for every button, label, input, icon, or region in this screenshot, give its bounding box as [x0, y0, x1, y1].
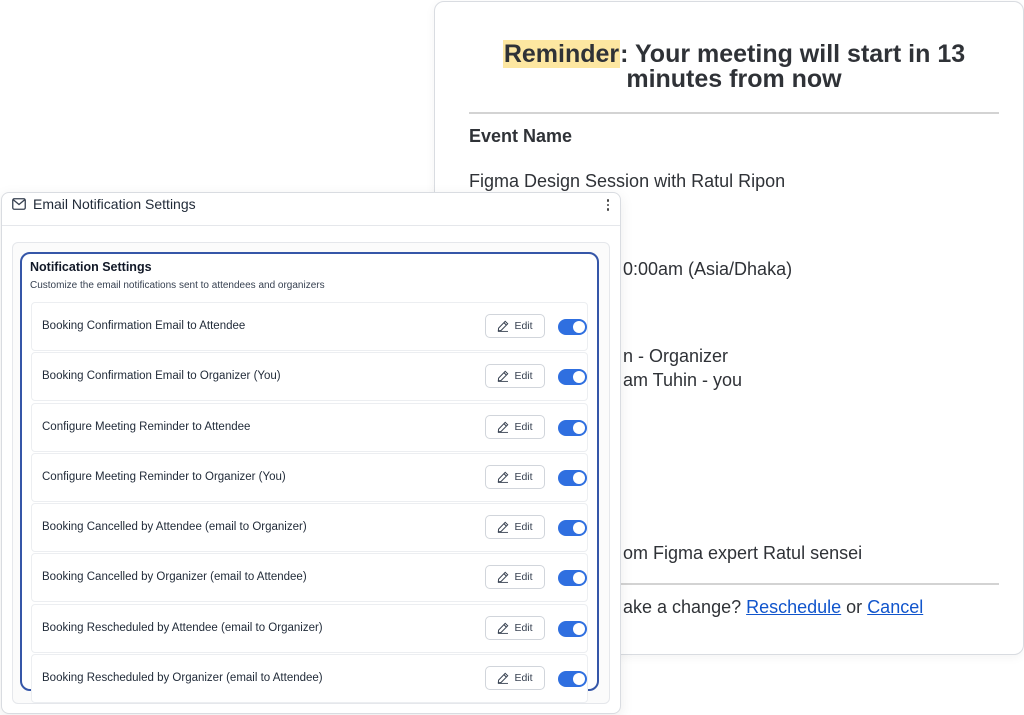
change-line: ake a change? Reschedule or Cancel — [623, 597, 923, 618]
notification-toggle[interactable] — [558, 319, 587, 335]
notification-toggle[interactable] — [558, 520, 587, 537]
notification-toggle[interactable] — [558, 469, 587, 486]
edit-label: Edit — [514, 571, 533, 584]
edit-label: Edit — [514, 420, 533, 433]
panel-header: Email Notification Settings — [2, 193, 620, 226]
pencil-icon — [498, 421, 509, 433]
edit-label: Edit — [514, 521, 533, 534]
edit-label: Edit — [514, 470, 533, 483]
section-title: Notification Settings — [30, 260, 152, 274]
notification-toggle[interactable] — [558, 620, 587, 637]
edit-label: Edit — [514, 370, 533, 383]
pencil-icon — [498, 471, 509, 483]
or-text: or — [841, 597, 868, 617]
notification-label: Booking Cancelled by Organizer (email to… — [42, 571, 307, 584]
section-subtitle: Customize the email notifications sent t… — [30, 280, 325, 291]
notification-label: Booking Confirmation Email to Organizer … — [42, 370, 281, 383]
notification-row: Booking Rescheduled by Organizer (email … — [31, 654, 588, 704]
notification-label: Booking Cancelled by Attendee (email to … — [42, 521, 307, 534]
edit-button[interactable]: Edit — [485, 515, 545, 540]
kebab-menu-icon[interactable] — [602, 197, 614, 213]
description-fragment: om Figma expert Ratul sensei — [623, 543, 863, 563]
event-name-label: Event Name — [469, 126, 573, 146]
notification-label: Booking Rescheduled by Attendee (email t… — [42, 621, 323, 634]
notification-settings-section: Notification Settings Customize the emai… — [20, 252, 599, 704]
notification-row: Booking Confirmation Email to Attendee E… — [31, 302, 588, 351]
notification-list: Booking Confirmation Email to Attendee E… — [31, 302, 588, 704]
notification-row: Booking Cancelled by Attendee (email to … — [31, 503, 588, 553]
edit-button[interactable]: Edit — [485, 414, 545, 439]
edit-button[interactable]: Edit — [485, 364, 545, 389]
change-prefix: ake a change? — [623, 597, 747, 617]
heading-highlight: Reminder — [502, 40, 621, 68]
notification-toggle[interactable] — [558, 671, 587, 688]
cancel-link[interactable]: Cancel — [867, 597, 923, 617]
attendee-fragment: am Tuhin - you — [623, 370, 743, 390]
pencil-icon — [498, 320, 509, 332]
edit-label: Edit — [514, 672, 533, 685]
reschedule-link[interactable]: Reschedule — [746, 597, 841, 617]
edit-button[interactable]: Edit — [485, 615, 545, 640]
notification-row: Configure Meeting Reminder to Attendee E… — [31, 402, 588, 452]
event-name-value: Figma Design Session with Ratul Ripon — [469, 171, 786, 191]
event-time-fragment: 0:00am (Asia/Dhaka) — [623, 259, 793, 279]
edit-button[interactable]: Edit — [485, 314, 545, 338]
notification-label: Booking Confirmation Email to Attendee — [42, 320, 246, 332]
heading-text-line2: minutes from now — [626, 65, 842, 93]
top-divider — [469, 112, 999, 114]
email-notification-settings-panel: Email Notification Settings Notification… — [1, 192, 621, 714]
notification-row: Booking Confirmation Email to Organizer … — [31, 352, 588, 402]
notification-label: Configure Meeting Reminder to Organizer … — [42, 470, 286, 483]
notification-row: Configure Meeting Reminder to Organizer … — [31, 452, 588, 502]
notification-toggle[interactable] — [558, 419, 587, 436]
notification-toggle[interactable] — [558, 570, 587, 587]
edit-button[interactable]: Edit — [485, 666, 545, 691]
notification-label: Booking Rescheduled by Organizer (email … — [42, 672, 323, 685]
pencil-icon — [498, 521, 509, 534]
mail-icon — [12, 198, 26, 210]
pencil-icon — [498, 370, 509, 383]
notification-toggle[interactable] — [558, 369, 587, 386]
edit-label: Edit — [514, 621, 533, 634]
pencil-icon — [498, 572, 509, 584]
notification-label: Configure Meeting Reminder to Attendee — [42, 420, 251, 433]
edit-button[interactable]: Edit — [485, 464, 545, 489]
edit-button[interactable]: Edit — [485, 565, 545, 590]
notification-row: Booking Rescheduled by Attendee (email t… — [31, 603, 588, 653]
email-heading: Reminder: Your meeting will start in 13 … — [469, 40, 999, 93]
notification-row: Booking Cancelled by Organizer (email to… — [31, 553, 588, 603]
edit-label: Edit — [514, 320, 533, 332]
pencil-icon — [498, 672, 509, 684]
heading-text: : Your meeting will start in 13 — [620, 40, 966, 68]
organizer-fragment: n - Organizer — [623, 346, 729, 366]
pencil-icon — [498, 622, 509, 634]
panel-title: Email Notification Settings — [33, 196, 196, 212]
